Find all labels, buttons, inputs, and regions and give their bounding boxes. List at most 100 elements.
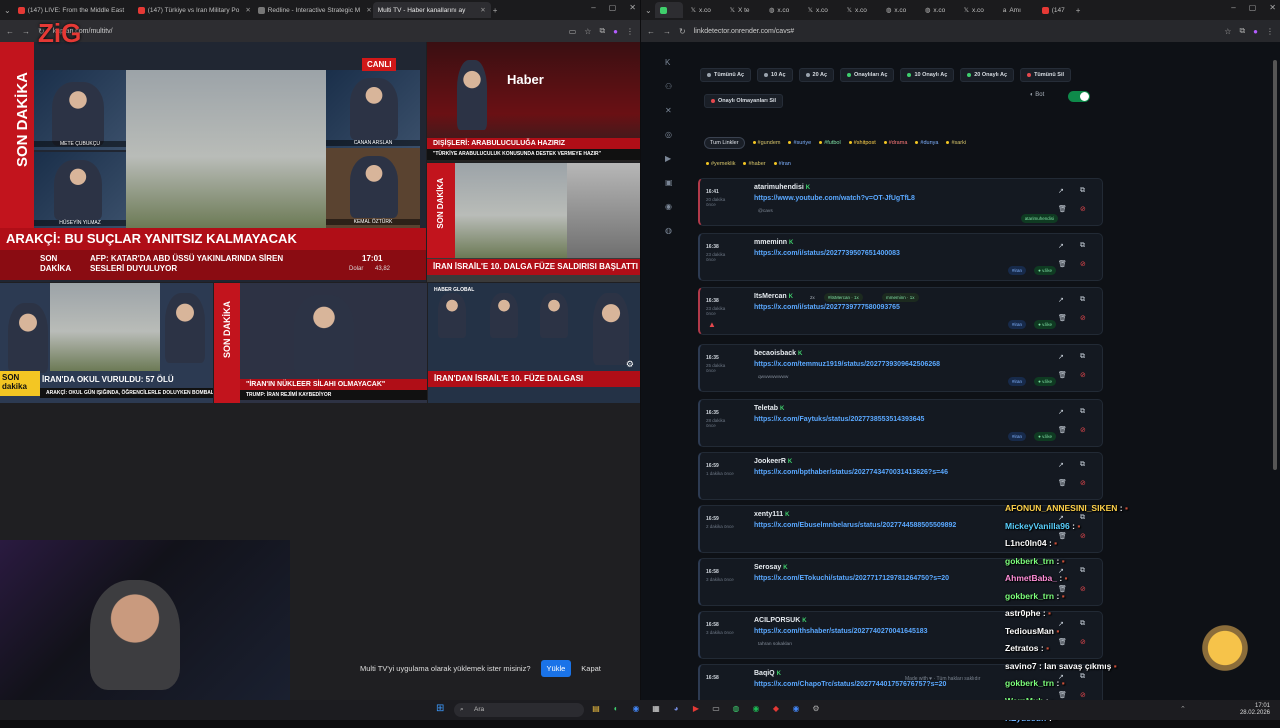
- trash-icon[interactable]: 🗑: [1058, 371, 1068, 379]
- card-link[interactable]: https://x.com/ChapoTrc/status/2027744017…: [754, 681, 946, 688]
- tab-turkiye-iran[interactable]: (147) Türkiye vs Iran Military Po ✕: [133, 2, 251, 18]
- tab-x[interactable]: 𝕏X te: [725, 2, 761, 18]
- card-link[interactable]: https://x.com/Faytuks/status/20277385535…: [754, 416, 924, 423]
- tab-x[interactable]: ◍ x.co: [764, 2, 800, 18]
- delete-unverified-button[interactable]: Onaylı Olmayanları Sil: [704, 94, 784, 108]
- youtube-icon[interactable]: ▶: [690, 704, 702, 713]
- close-tab-icon[interactable]: ✕: [363, 6, 371, 14]
- bot-toggle[interactable]: [1068, 91, 1090, 102]
- open-verified-button[interactable]: Onaylıları Aç: [840, 68, 895, 82]
- card-link[interactable]: https://x.com/i/status/20277397775800937…: [754, 304, 900, 311]
- settings-gear-icon[interactable]: ⚙: [626, 359, 634, 370]
- chat-username[interactable]: astr0phe: [1005, 608, 1040, 618]
- tag-drama[interactable]: #drama: [883, 140, 907, 146]
- trash-icon[interactable]: 🗑: [1058, 426, 1068, 434]
- tv-panel-sozcu[interactable]: SON dakika İRAN'DA OKUL VURULDU: 57 ÖLÜ A…: [0, 283, 213, 403]
- open-link-icon[interactable]: ↗: [1058, 408, 1068, 416]
- copy-icon[interactable]: ⧉: [1080, 461, 1090, 469]
- minimize-icon[interactable]: –: [1231, 3, 1235, 12]
- system-tray-chevron-icon[interactable]: ⌃: [1180, 705, 1186, 713]
- cast-icon[interactable]: ▭: [569, 27, 577, 36]
- chat-username[interactable]: savino7: [1005, 661, 1037, 671]
- kick-icon[interactable]: K: [665, 58, 673, 67]
- reload-icon[interactable]: ↻: [679, 27, 686, 36]
- tag-dunya[interactable]: #dunya: [915, 140, 938, 146]
- tag-gundem[interactable]: #gundem: [752, 140, 780, 146]
- tab-live-middle-east[interactable]: (147) LIVE: From the Middle East✕: [13, 2, 131, 18]
- forward-icon[interactable]: →: [22, 27, 30, 36]
- chat-username[interactable]: AFONUN_ANNESINI_SIKEN: [1005, 503, 1117, 513]
- tab-youtube[interactable]: (147: [1037, 2, 1073, 18]
- copy-icon[interactable]: ⧉: [1080, 242, 1090, 250]
- tab-x[interactable]: ◍ x.co: [881, 2, 917, 18]
- terminal-icon[interactable]: ▭: [710, 704, 722, 713]
- tab-x[interactable]: 𝕏x.co: [686, 2, 722, 18]
- card-username[interactable]: BaqiQ K: [754, 670, 781, 677]
- close-tab-icon[interactable]: ✕: [127, 6, 131, 14]
- tab-menu-icon[interactable]: ⌄: [645, 6, 652, 15]
- link-card[interactable]: 16:35 28 dakika önce Teletab K https://x.co…: [698, 399, 1103, 447]
- discord-icon[interactable]: ◕: [670, 704, 682, 713]
- maximize-icon[interactable]: ▢: [1249, 3, 1257, 12]
- chat-username[interactable]: gokberk_trn: [1005, 678, 1054, 688]
- tv-panel-tv100[interactable]: SON DAKİKA "İRAN'IN NÜKLEER SİLAHI OLMAY…: [214, 283, 427, 403]
- card-link[interactable]: https://x.com/thshaber/status/2027740270…: [754, 628, 928, 635]
- copy-icon[interactable]: ⧉: [1080, 187, 1090, 195]
- install-button[interactable]: Yükle: [540, 660, 572, 677]
- open-link-icon[interactable]: ↗: [1058, 296, 1068, 304]
- tag-futbol[interactable]: #futbol: [819, 140, 841, 146]
- tab-x[interactable]: 𝕏x.co: [959, 2, 995, 18]
- app-icon[interactable]: ◆: [770, 704, 782, 713]
- file-explorer-icon[interactable]: ▤: [590, 704, 602, 713]
- chrome-icon[interactable]: ◉: [630, 704, 642, 713]
- chat-username[interactable]: gokberk_trn: [1005, 556, 1054, 566]
- ban-icon[interactable]: ⊘: [1080, 260, 1090, 268]
- chat-username[interactable]: MickeyVanilla96: [1005, 521, 1070, 531]
- tag-all-links[interactable]: Tum Linkler: [704, 137, 745, 149]
- youtube-icon[interactable]: ▶: [665, 154, 673, 163]
- card-link[interactable]: https://x.com/i/status/20277395076514000…: [754, 250, 900, 257]
- open-10-button[interactable]: 10 Aç: [757, 68, 793, 82]
- ban-icon[interactable]: ⊘: [1080, 479, 1090, 487]
- card-username[interactable]: mmeminn K: [754, 239, 793, 246]
- tag-sarki[interactable]: #sarki: [946, 140, 966, 146]
- card-link[interactable]: https://x.com/temmuz1919/status/20277393…: [754, 361, 940, 368]
- video-icon[interactable]: ▣: [665, 178, 673, 187]
- open-link-icon[interactable]: ↗: [1058, 187, 1068, 195]
- back-icon[interactable]: ←: [6, 27, 14, 36]
- x-icon[interactable]: ✕: [665, 106, 673, 115]
- tv-panel-haber[interactable]: Haber DIŞİŞLERİ: ARABULUCULUĞA HAZIRIZ "…: [427, 42, 640, 162]
- open-link-icon[interactable]: ↗: [1058, 353, 1068, 361]
- card-username[interactable]: Serosay K: [754, 564, 788, 571]
- tag-suriye[interactable]: #suriye: [788, 140, 811, 146]
- tab-x[interactable]: 𝕏x.co: [842, 2, 878, 18]
- link-card[interactable]: 16:38 23 dakika önce mmeminn K https://x.co…: [698, 233, 1103, 281]
- tv-panel-haber-global[interactable]: HABER GLOBAL İRAN'DAN İSRAİL'E 10. FÜZE …: [428, 283, 640, 403]
- card-username[interactable]: ItsMercan K: [754, 293, 793, 300]
- trash-icon[interactable]: 🗑: [1058, 479, 1068, 487]
- open-all-button[interactable]: Tümünü Aç: [700, 68, 752, 82]
- tv-panel-main[interactable]: SON DAKİKA METE ÇUBUKÇU HÜSEYİN YILMAZ C…: [0, 42, 426, 282]
- instagram-icon[interactable]: ◎: [665, 130, 673, 139]
- edge-icon[interactable]: ◐: [610, 704, 622, 713]
- card-username[interactable]: atarimuhendisi K: [754, 184, 810, 191]
- bookmark-star-icon[interactable]: ☆: [1224, 27, 1231, 36]
- new-tab-icon[interactable]: +: [1076, 6, 1081, 15]
- ban-icon[interactable]: ⊘: [1080, 205, 1090, 213]
- tab-multi-tv[interactable]: Multi TV - Haber kanallarını ay ✕: [372, 2, 491, 18]
- tag-haber[interactable]: #haber: [743, 161, 766, 167]
- open-20-button[interactable]: 20 Aç: [798, 68, 835, 82]
- new-tab-icon[interactable]: +: [493, 6, 498, 15]
- card-username[interactable]: ACILPORSUK K: [754, 617, 807, 624]
- chat-username[interactable]: TediousMan: [1005, 626, 1054, 636]
- tab-redline[interactable]: Redline - Interactive Strategic M ✕: [253, 2, 371, 18]
- settings-icon[interactable]: ⚙: [810, 704, 822, 713]
- menu-icon[interactable]: ⋮: [626, 27, 634, 36]
- card-username[interactable]: xenty111 K: [754, 511, 790, 518]
- forward-icon[interactable]: →: [663, 27, 671, 36]
- tab-menu-icon[interactable]: ⌄: [4, 6, 11, 15]
- windows-start-icon[interactable]: ⊞: [436, 703, 444, 714]
- copy-icon[interactable]: ⧉: [1080, 353, 1090, 361]
- maximize-icon[interactable]: ▢: [609, 3, 617, 12]
- ban-icon[interactable]: ⊘: [1080, 371, 1090, 379]
